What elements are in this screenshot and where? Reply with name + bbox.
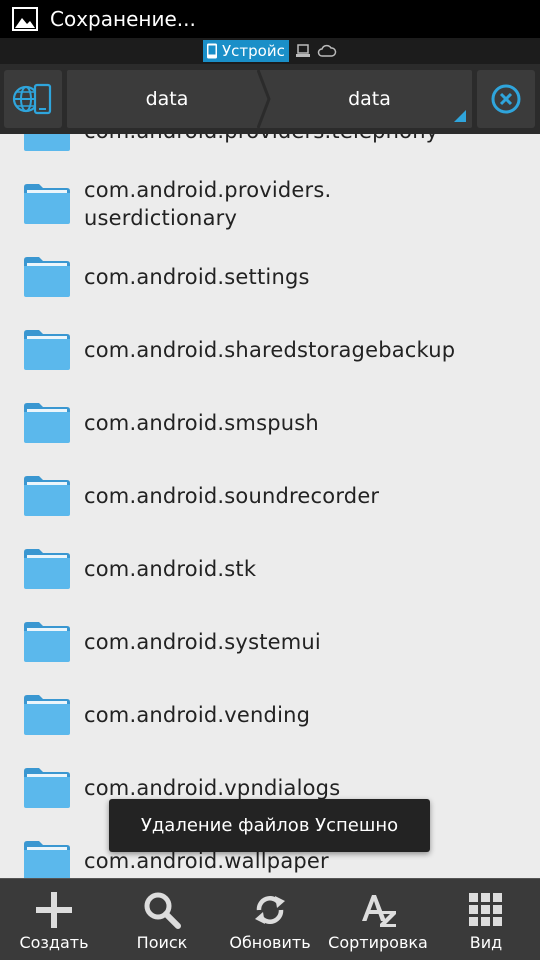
list-item[interactable]: com.android.providers. userdictionary: [0, 167, 540, 240]
computer-icon[interactable]: [296, 44, 310, 58]
folder-icon: [22, 765, 72, 813]
list-item[interactable]: com.android.settings: [0, 240, 540, 313]
screen: Сохранение... Устройс data data com.andr…: [0, 0, 540, 960]
create-button[interactable]: Создать: [0, 879, 108, 960]
file-name: com.android.settings: [84, 264, 310, 289]
close-circle-icon: [491, 84, 521, 114]
folder-icon: [22, 181, 72, 229]
plus-icon: [36, 892, 72, 928]
sort-button[interactable]: Сортировка: [324, 879, 432, 960]
folder-icon: [22, 838, 72, 878]
list-item[interactable]: com.android.providers.telephony: [0, 134, 540, 167]
view-button[interactable]: Вид: [432, 879, 540, 960]
close-button[interactable]: [477, 70, 535, 128]
sort-label: Сортировка: [328, 933, 428, 952]
sort-az-icon: [362, 895, 396, 927]
phone-icon: [207, 43, 217, 59]
search-label: Поиск: [136, 933, 188, 952]
folder-icon: [22, 692, 72, 740]
toast-message: Удаление файлов Успешно: [109, 799, 430, 852]
refresh-label: Обновить: [229, 933, 311, 952]
file-name: com.android.stk: [84, 556, 257, 581]
folder-icon: [22, 473, 72, 521]
list-item[interactable]: com.android.sharedstoragebackup: [0, 313, 540, 386]
search-button[interactable]: Поиск: [108, 879, 216, 960]
storage-tabs: Устройс: [0, 38, 540, 64]
file-name: com.android.providers.telephony: [84, 134, 438, 167]
breadcrumb: data data: [67, 70, 472, 128]
file-name: com.android.vending: [84, 702, 311, 727]
tab-device-label: Устройс: [222, 42, 285, 60]
folder-icon: [22, 134, 72, 156]
file-name: com.android.soundrecorder: [84, 483, 380, 508]
list-item[interactable]: com.android.smspush: [0, 386, 540, 459]
list-item[interactable]: com.android.vending: [0, 678, 540, 751]
file-name: com.android.systemui: [84, 629, 321, 654]
breadcrumb-item[interactable]: data: [267, 70, 472, 128]
folder-icon: [22, 546, 72, 594]
bottom-toolbar: Создать Поиск Обновить Сортировка Вид: [0, 878, 540, 960]
grid-icon: [469, 893, 502, 926]
file-name: com.android.providers. userdictionary: [84, 177, 332, 230]
tab-device[interactable]: Устройс: [203, 40, 289, 62]
list-item[interactable]: com.android.soundrecorder: [0, 459, 540, 532]
file-name: com.android.sharedstoragebackup: [84, 337, 456, 362]
folder-icon: [22, 327, 72, 375]
search-icon: [144, 892, 181, 929]
dropdown-indicator-icon[interactable]: [454, 110, 466, 122]
storage-switch-button[interactable]: [4, 70, 62, 128]
breadcrumb-item[interactable]: data: [67, 70, 267, 128]
file-list: com.android.providers.telephony com.andro…: [0, 134, 540, 878]
list-item[interactable]: com.android.systemui: [0, 605, 540, 678]
file-name: com.android.smspush: [84, 410, 319, 435]
cloud-icon[interactable]: [317, 44, 337, 58]
folder-icon: [22, 400, 72, 448]
image-icon: [12, 7, 38, 31]
refresh-button[interactable]: Обновить: [216, 879, 324, 960]
refresh-icon: [255, 896, 285, 924]
network-device-icon: [12, 83, 52, 115]
status-title: Сохранение...: [50, 7, 196, 31]
folder-icon: [22, 254, 72, 302]
create-label: Создать: [19, 933, 89, 952]
path-bar: data data: [0, 64, 540, 134]
status-bar: Сохранение...: [0, 0, 540, 38]
folder-icon: [22, 619, 72, 667]
view-label: Вид: [469, 933, 503, 952]
list-item[interactable]: com.android.stk: [0, 532, 540, 605]
